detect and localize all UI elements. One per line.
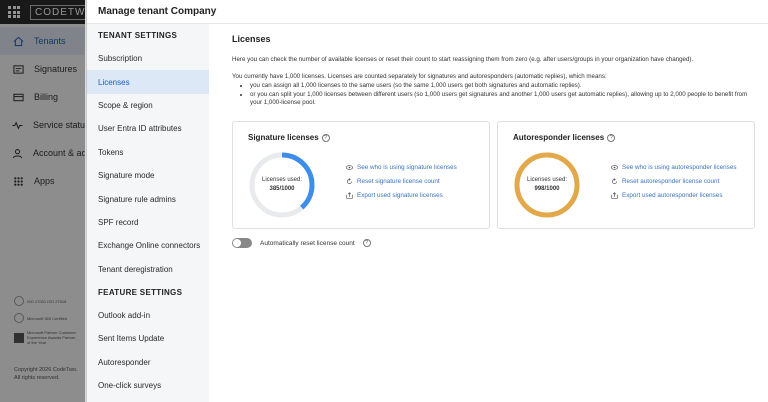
settings-item-user-entra-id-attributes[interactable]: User Entra ID attributes [87,117,209,140]
see-signature-users-link[interactable]: See who is using signature licenses [346,160,457,174]
reset-signature-count-text[interactable]: Reset signature license count [357,178,440,185]
auto-reset-row: Automatically reset license count ? [232,238,371,248]
autoresponder-used-value: 998/1000 [534,186,560,192]
export-signature-text[interactable]: Export used signature licenses [357,192,443,199]
auto-reset-toggle[interactable] [232,238,252,248]
signature-used-label: Licenses used: [261,177,303,183]
signature-usage-ring: Licenses used: 385/1000 [247,150,317,220]
settings-item-scope-region[interactable]: Scope & region [87,94,209,117]
settings-item-licenses[interactable]: Licenses [87,70,209,94]
manage-tenant-panel: Manage tenant Company TENANT SETTINGS Su… [86,0,768,402]
settings-item-outlook-add-in[interactable]: Outlook add-in [87,304,209,327]
toggle-knob [233,239,241,247]
reset-icon [346,177,353,185]
autoresponder-ring-label: Licenses used: 998/1000 [512,150,582,220]
autoresponder-card-title-text: Autoresponder licenses [513,133,605,142]
signature-links: See who is using signature licenses Rese… [346,160,457,202]
settings-item-tenant-deregistration[interactable]: Tenant deregistration [87,258,209,281]
settings-item-signature-mode[interactable]: Signature mode [87,164,209,187]
settings-item-tokens[interactable]: Tokens [87,141,209,164]
export-icon [346,191,353,199]
see-signature-users-text[interactable]: See who is using signature licenses [357,164,457,171]
signature-ring-label: Licenses used: 385/1000 [247,150,317,220]
settings-item-spf-record[interactable]: SPF record [87,211,209,234]
export-icon [611,191,618,199]
eye-icon [346,164,353,171]
help-icon[interactable]: ? [607,133,616,142]
reset-autoresponder-count-text[interactable]: Reset autoresponder license count [622,178,719,185]
settings-item-sent-items-update[interactable]: Sent Items Update [87,327,209,350]
export-autoresponder-link[interactable]: Export used autoresponder licenses [611,188,736,202]
licenses-heading: Licenses [232,34,271,44]
export-autoresponder-text[interactable]: Export used autoresponder licenses [622,192,722,199]
licenses-intro: Here you can check the number of availab… [232,56,694,63]
licenses-content: Licenses Here you can check the number o… [232,24,762,402]
signature-card-title-text: Signature licenses [248,133,319,142]
settings-navigation: TENANT SETTINGS Subscription Licenses Scop… [87,24,209,402]
licenses-bullets: you can assign all 1,000 licenses to the… [242,82,757,108]
see-autoresponder-users-text[interactable]: See who is using autoresponder licenses [622,164,736,171]
settings-item-autoresponder[interactable]: Autoresponder [87,351,209,374]
autoresponder-used-label: Licenses used: [526,177,568,183]
help-icon[interactable]: ? [321,133,330,142]
settings-item-exchange-online-connectors[interactable]: Exchange Online connectors [87,234,209,257]
app-navigation: CODETWO TenantsSignaturesBillingService … [0,0,86,402]
signature-used-value: 385/1000 [269,186,295,192]
signature-card-title: Signature licenses ? [248,133,330,142]
autoresponder-card-title: Autoresponder licenses ? [513,133,616,142]
reset-signature-count-link[interactable]: Reset signature license count [346,174,457,188]
feature-settings-heading: FEATURE SETTINGS [98,287,183,297]
modal-overlay[interactable] [0,0,85,402]
settings-item-one-click-surveys[interactable]: One-click surveys [87,374,209,397]
export-signature-link[interactable]: Export used signature licenses [346,188,457,202]
eye-icon [611,164,618,171]
auto-reset-label: Automatically reset license count [260,239,355,247]
licenses-count-text: You currently have 1,000 licenses. Licen… [232,73,607,80]
help-icon[interactable]: ? [362,239,371,247]
settings-item-subscription[interactable]: Subscription [87,47,209,70]
bullet-split-users: or you can split your 1,000 licenses bet… [250,91,757,108]
settings-item-signature-rule-admins[interactable]: Signature rule admins [87,187,209,210]
autoresponder-licenses-card: Autoresponder licenses ? Licenses used: … [497,121,755,229]
signature-licenses-card: Signature licenses ? Licenses used: 385/… [232,121,490,229]
panel-title: Manage tenant Company [87,0,768,24]
autoresponder-links: See who is using autoresponder licenses … [611,160,736,202]
bullet-same-users: you can assign all 1,000 licenses to the… [250,82,757,91]
tenant-settings-heading: TENANT SETTINGS [98,31,178,40]
reset-icon [611,177,618,185]
autoresponder-usage-ring: Licenses used: 998/1000 [512,150,582,220]
reset-autoresponder-count-link[interactable]: Reset autoresponder license count [611,174,736,188]
see-autoresponder-users-link[interactable]: See who is using autoresponder licenses [611,160,736,174]
